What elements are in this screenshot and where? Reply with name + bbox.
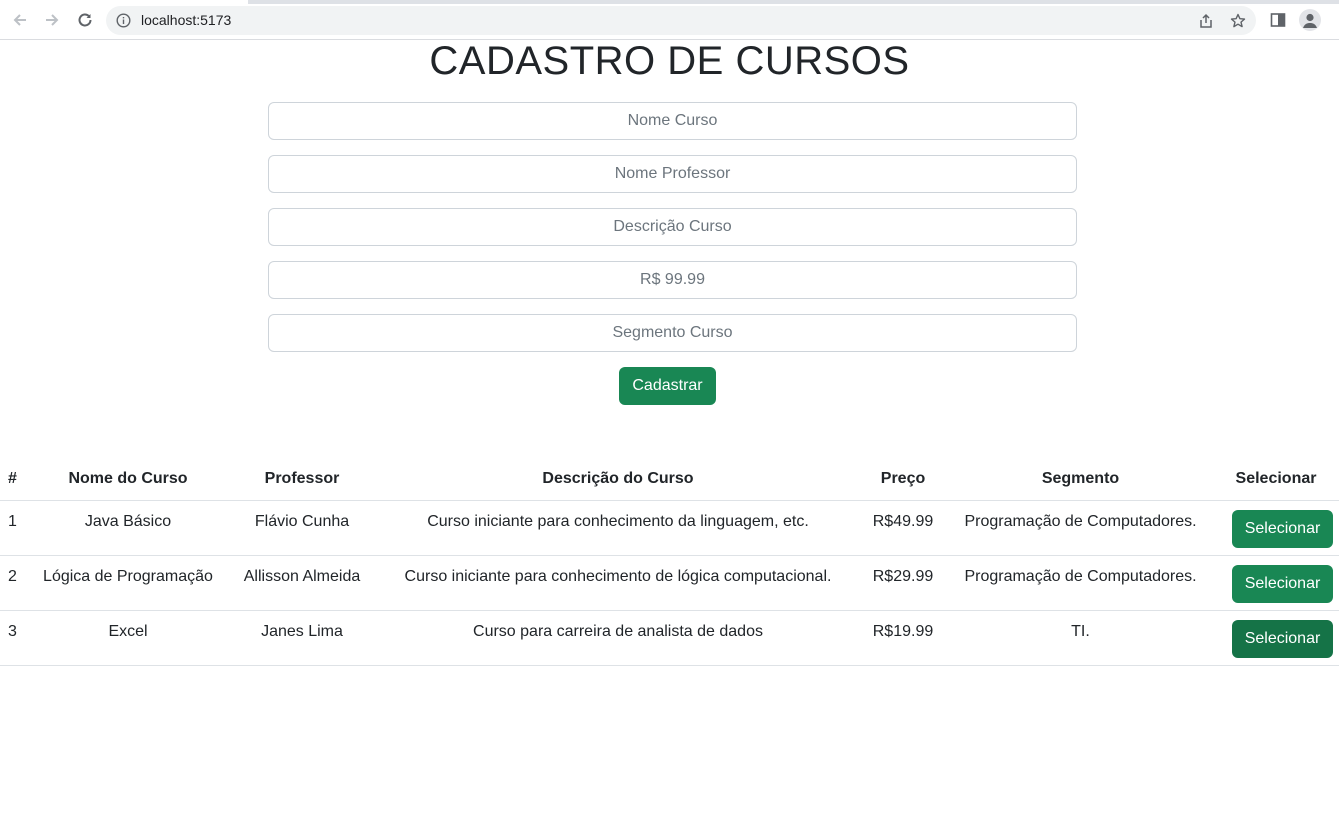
header-professor: Professor	[226, 459, 378, 501]
cell-segmento: Programação de Computadores.	[948, 555, 1213, 611]
header-nome-curso: Nome do Curso	[30, 459, 226, 501]
cell-nome-curso: Java Básico	[30, 500, 226, 556]
cell-segmento: TI.	[948, 610, 1213, 666]
header-segmento: Segmento	[948, 459, 1213, 501]
forward-icon[interactable]	[42, 10, 62, 30]
selecionar-button[interactable]: Selecionar	[1232, 509, 1333, 548]
header-descricao: Descrição do Curso	[378, 459, 858, 501]
header-selecionar: Selecionar	[1213, 459, 1339, 501]
cadastrar-button[interactable]: Cadastrar	[619, 367, 716, 405]
cell-action: Selecionar	[1213, 555, 1339, 611]
cell-nome-curso: Lógica de Programação	[30, 555, 226, 611]
url-text: localhost:5173	[141, 12, 232, 28]
browser-toolbar: localhost:5173	[0, 0, 1339, 40]
descricao-curso-input[interactable]	[268, 208, 1077, 246]
table-header-row: # Nome do Curso Professor Descrição do C…	[0, 459, 1339, 501]
cell-action: Selecionar	[1213, 610, 1339, 666]
cell-descricao: Curso iniciante para conhecimento de lóg…	[378, 555, 858, 611]
cell-action: Selecionar	[1213, 500, 1339, 556]
table-row: 3 Excel Janes Lima Curso para carreira d…	[0, 610, 1339, 666]
side-panel-icon[interactable]	[1269, 11, 1287, 29]
cell-preco: R$29.99	[858, 555, 948, 611]
table-row: 2 Lógica de Programação Allisson Almeida…	[0, 555, 1339, 611]
selecionar-button[interactable]: Selecionar	[1232, 619, 1333, 658]
cursos-table: # Nome do Curso Professor Descrição do C…	[0, 459, 1339, 666]
cell-id: 3	[0, 610, 30, 666]
cell-professor: Janes Lima	[226, 610, 378, 666]
selecionar-button[interactable]: Selecionar	[1232, 564, 1333, 603]
back-icon[interactable]	[10, 10, 30, 30]
cell-descricao: Curso para carreira de analista de dados	[378, 610, 858, 666]
preco-input[interactable]	[268, 261, 1077, 299]
header-id: #	[0, 459, 30, 501]
profile-avatar-icon[interactable]	[1299, 9, 1321, 31]
nome-professor-input[interactable]	[268, 155, 1077, 193]
cell-professor: Allisson Almeida	[226, 555, 378, 611]
site-info-icon[interactable]	[116, 13, 131, 28]
cell-id: 1	[0, 500, 30, 556]
cell-descricao: Curso iniciante para conhecimento da lin…	[378, 500, 858, 556]
segmento-curso-input[interactable]	[268, 314, 1077, 352]
tab-strip	[248, 0, 1339, 4]
cell-nome-curso: Excel	[30, 610, 226, 666]
table-row: 1 Java Básico Flávio Cunha Curso inician…	[0, 500, 1339, 556]
page-title: CADASTRO DE CURSOS	[429, 39, 910, 83]
cell-preco: R$19.99	[858, 610, 948, 666]
cell-preco: R$49.99	[858, 500, 948, 556]
nome-curso-input[interactable]	[268, 102, 1077, 140]
header-preco: Preço	[858, 459, 948, 501]
cell-id: 2	[0, 555, 30, 611]
cell-professor: Flávio Cunha	[226, 500, 378, 556]
address-bar[interactable]: localhost:5173	[106, 6, 1256, 35]
share-icon[interactable]	[1198, 13, 1214, 29]
cell-segmento: Programação de Computadores.	[948, 500, 1213, 556]
reload-icon[interactable]	[75, 10, 95, 30]
bookmark-star-icon[interactable]	[1230, 13, 1246, 29]
